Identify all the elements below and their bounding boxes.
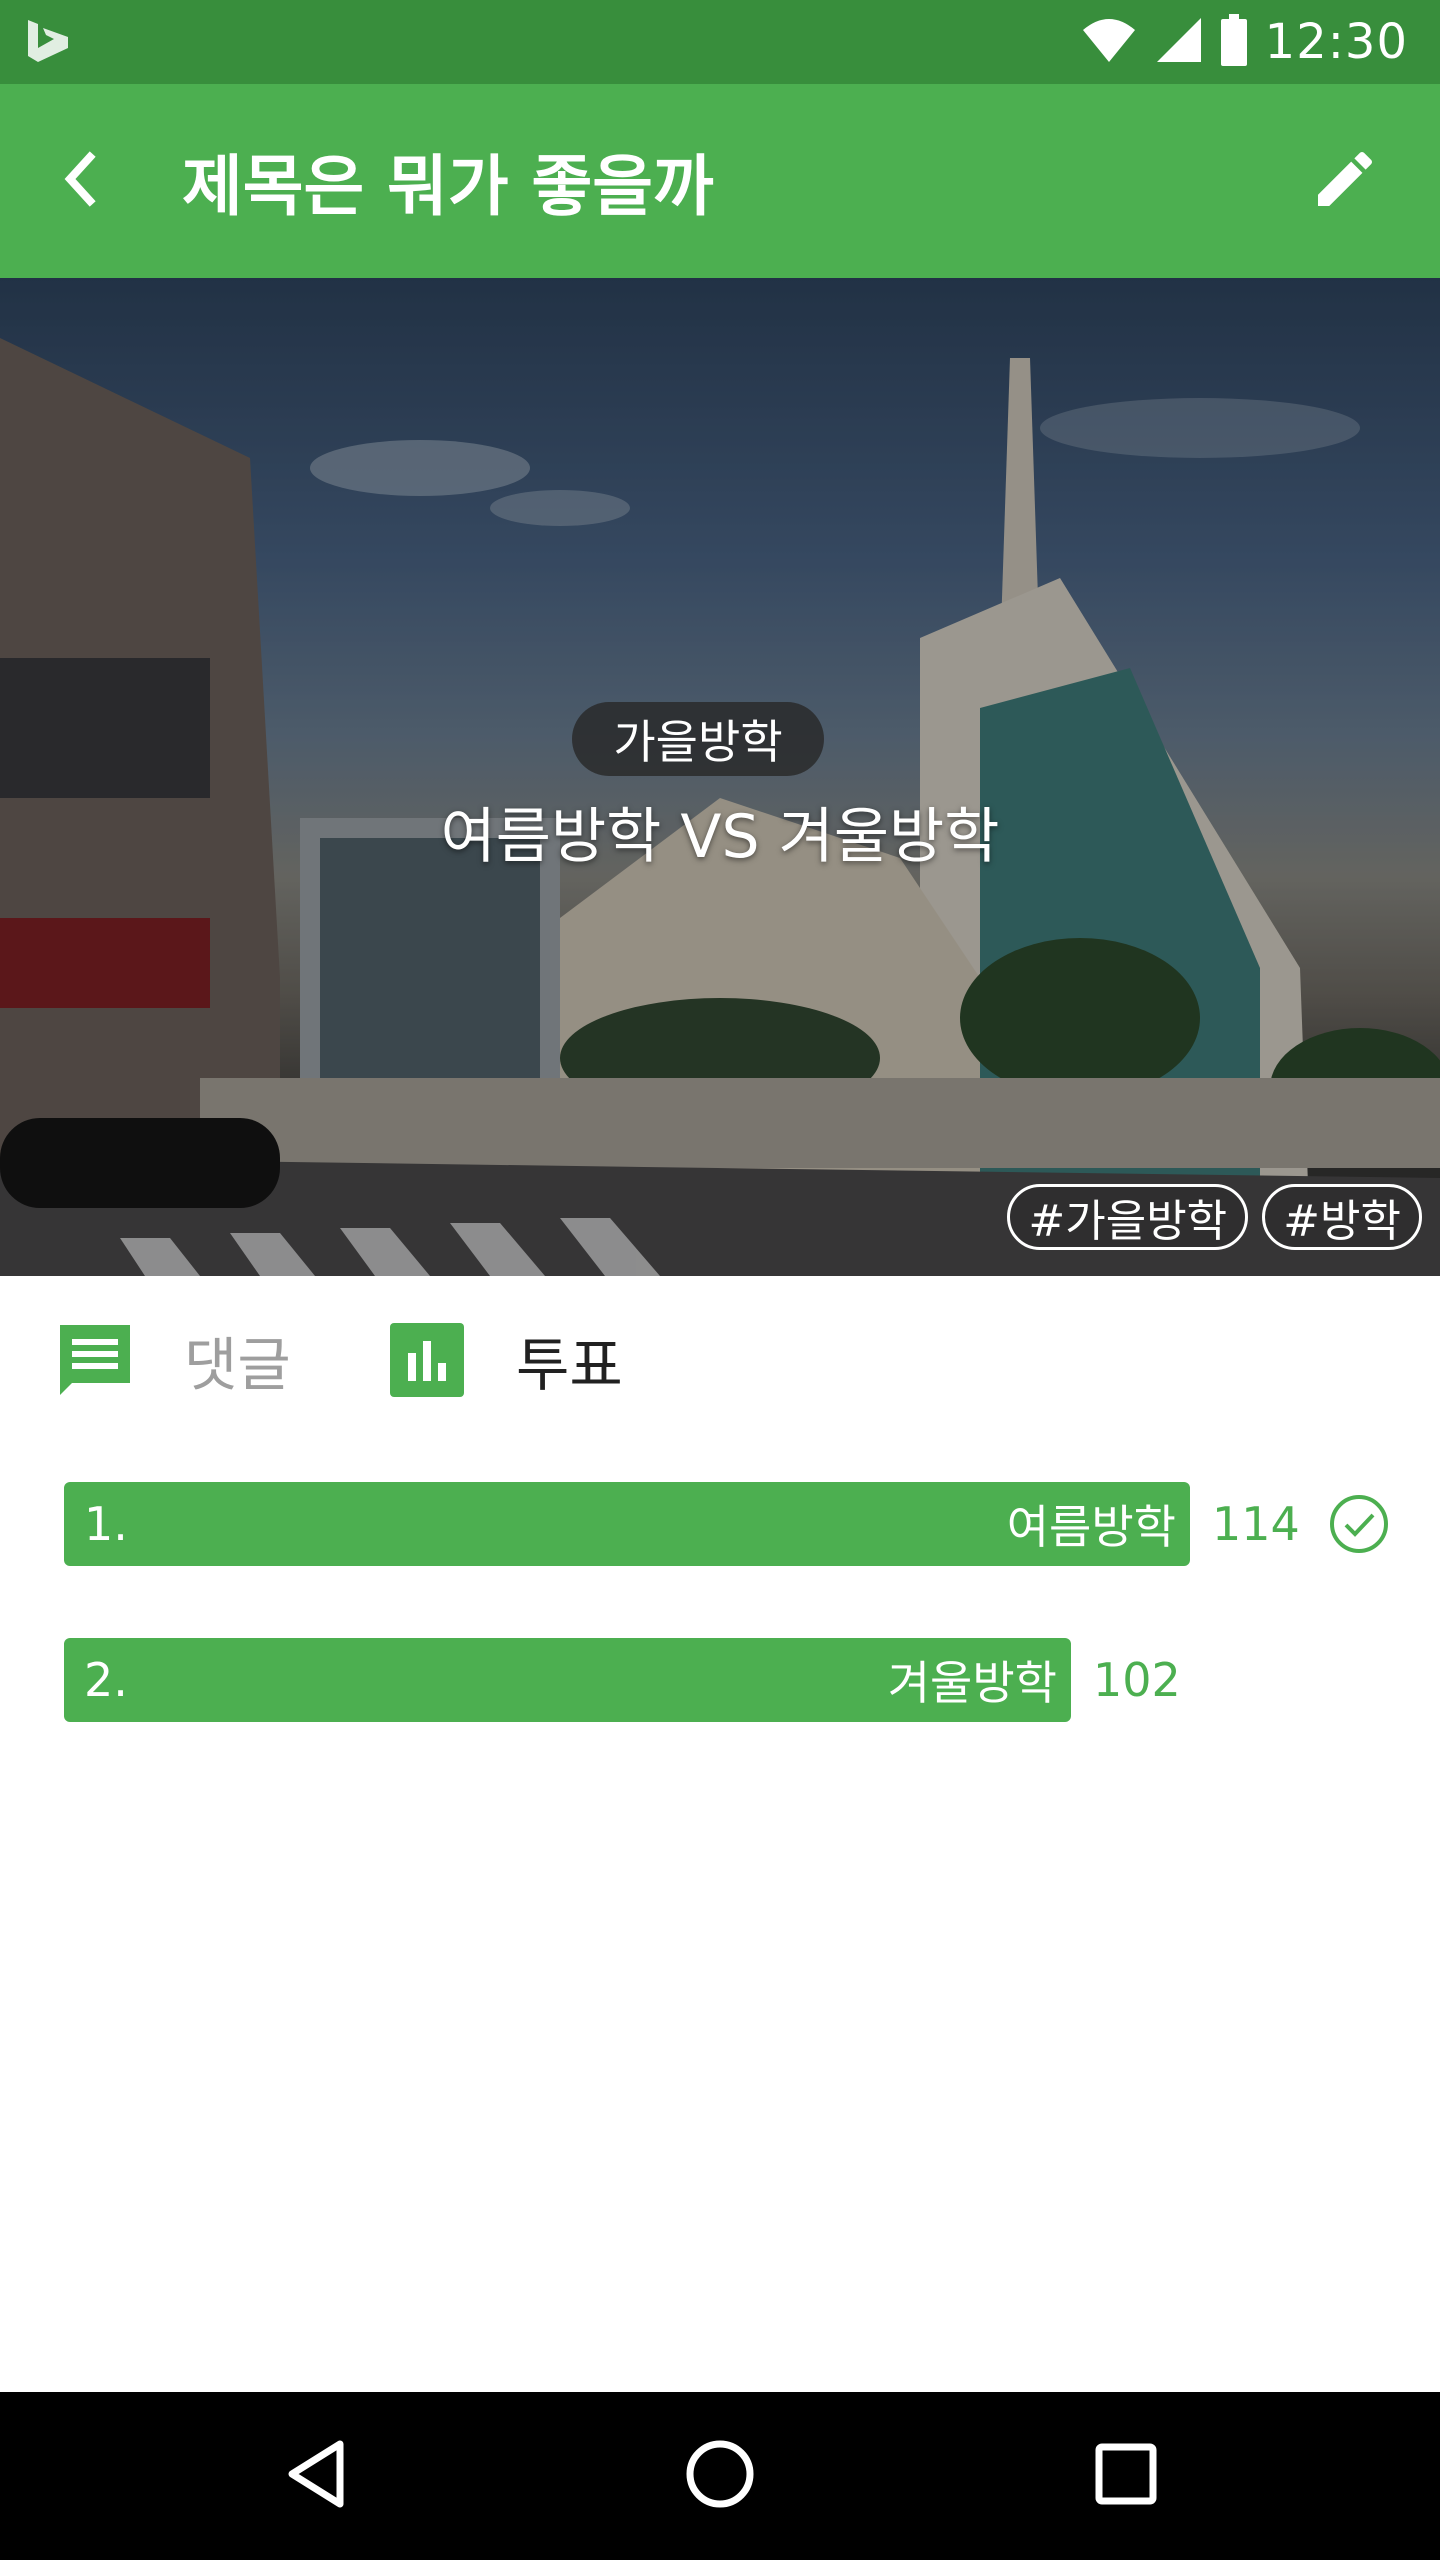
content-tabs: 댓글 투표: [0, 1276, 1440, 1426]
hashtag-chip[interactable]: #가을방학: [1007, 1184, 1249, 1250]
vote-option-index: 2.: [84, 1653, 128, 1707]
hero-image: 가을방학 여름방학 VS 겨울방학 #가을방학 #방학: [0, 278, 1440, 1276]
check-circle-icon: [1328, 1493, 1390, 1555]
tab-vote[interactable]: 투표: [390, 1318, 623, 1402]
hashtag-chip[interactable]: #방학: [1262, 1184, 1422, 1250]
vote-count: 102: [1093, 1653, 1181, 1707]
edit-button[interactable]: [1250, 84, 1440, 278]
vote-option-index: 1.: [84, 1497, 128, 1551]
pencil-icon: [1309, 143, 1381, 219]
tab-comments[interactable]: 댓글: [58, 1318, 291, 1402]
status-bar: 12:30: [0, 0, 1440, 84]
vote-count: 114: [1212, 1497, 1300, 1551]
vote-option-row[interactable]: 1. 여름방학 114: [64, 1482, 1390, 1566]
bing-icon: [24, 16, 72, 68]
nav-back-button[interactable]: [266, 2426, 366, 2526]
tab-label-vote: 투표: [516, 1331, 623, 1399]
bar-chart-icon: [390, 1323, 464, 1397]
post-headline: 여름방학 VS 겨울방학: [440, 802, 1000, 872]
vote-bar: 2. 겨울방학: [64, 1638, 1071, 1722]
vote-option-label: 여름방학: [1006, 1500, 1176, 1554]
battery-icon: [1220, 14, 1247, 70]
system-nav-bar: [0, 2392, 1440, 2560]
vote-option-row[interactable]: 2. 겨울방학 102: [64, 1638, 1181, 1722]
back-button[interactable]: [0, 84, 160, 278]
hero-dim-overlay: [0, 278, 1440, 1276]
vote-option-label: 겨울방학: [887, 1656, 1057, 1710]
app-bar: 제목은 뭐가 좋을까: [0, 84, 1440, 278]
nav-home-button[interactable]: [670, 2426, 770, 2526]
status-time: 12:30: [1264, 14, 1408, 70]
chevron-left-icon: [60, 149, 100, 213]
nav-recents-button[interactable]: [1076, 2426, 1176, 2526]
home-circle-icon: [684, 2438, 756, 2514]
page-title: 제목은 뭐가 좋을까: [182, 148, 714, 225]
wifi-icon: [1081, 16, 1137, 68]
tag-list: #가을방학 #방학: [1007, 1184, 1422, 1250]
tab-label-comments: 댓글: [184, 1331, 291, 1399]
screen: 12:30 제목은 뭐가 좋을까 가을방학 여름방학 VS 겨울방학 #가을방학…: [0, 0, 1440, 2560]
back-triangle-icon: [284, 2438, 348, 2514]
comment-icon: [58, 1323, 132, 1397]
vote-bar: 1. 여름방학: [64, 1482, 1190, 1566]
category-badge[interactable]: 가을방학: [572, 702, 824, 776]
recents-square-icon: [1094, 2442, 1158, 2510]
signal-icon: [1155, 16, 1203, 68]
